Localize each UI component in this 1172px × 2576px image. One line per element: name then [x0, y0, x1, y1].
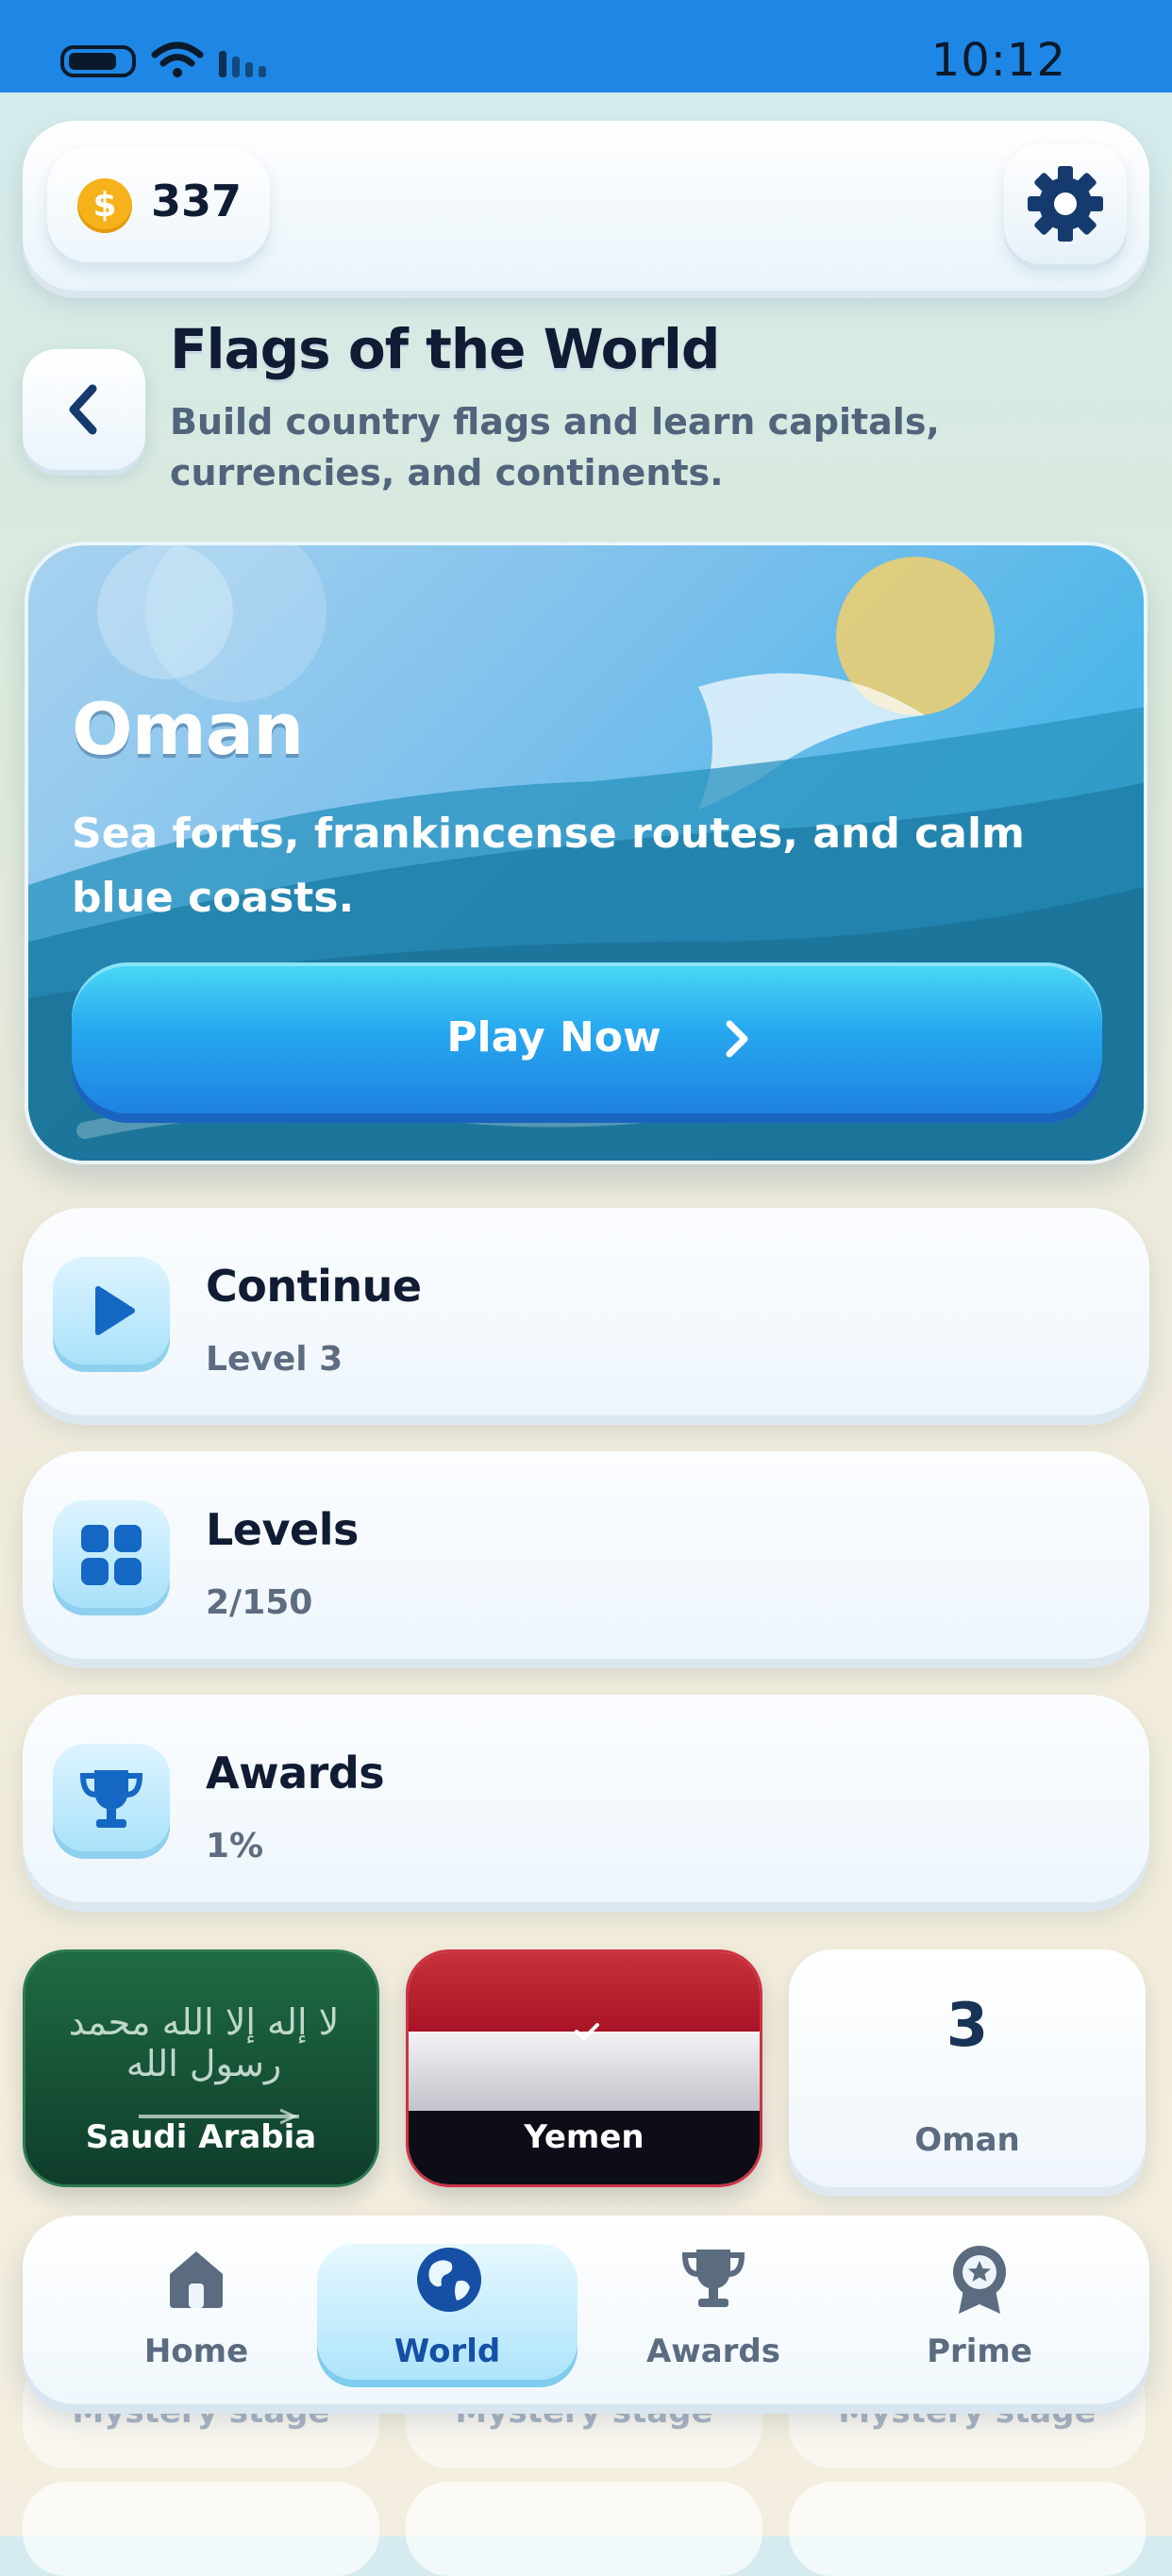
chevron-right-icon — [726, 1020, 748, 1058]
play-now-label: Play Now — [446, 1013, 661, 1062]
trophy-icon — [53, 1744, 170, 1851]
continue-card[interactable]: Continue Level 3 — [23, 1208, 1149, 1415]
gear-icon — [1028, 166, 1103, 242]
page-subtitle: Build country flags and learn capitals, … — [170, 401, 940, 493]
tab-prime-label: Prime — [927, 2333, 1032, 2370]
settings-button[interactable] — [1004, 143, 1127, 264]
stage-oman[interactable]: 3 Oman — [789, 1949, 1146, 2187]
wifi-icon — [151, 42, 204, 77]
levels-progress: 2/150 — [206, 1583, 313, 1622]
top-bar: $ 337 — [23, 121, 1149, 291]
stage-tile-placeholder — [789, 2482, 1146, 2576]
tab-home-label: Home — [143, 2333, 249, 2370]
home-icon — [170, 2251, 223, 2308]
flag-shahada-text: لا إله إلا الله محمد رسول الله — [68, 2001, 340, 2084]
tab-awards-label: Awards — [645, 2333, 780, 2370]
tab-awards[interactable]: Awards — [583, 2216, 844, 2404]
coin-balance[interactable]: $ 337 — [47, 147, 270, 262]
awards-card[interactable]: Awards 1% — [23, 1695, 1149, 1902]
awards-progress: 1% — [206, 1827, 264, 1865]
awards-title: Awards — [206, 1748, 385, 1798]
play-now-button[interactable]: Play Now — [72, 962, 1102, 1113]
signal-icon — [219, 51, 266, 77]
coin-icon: $ — [77, 178, 132, 233]
check-icon — [575, 2023, 599, 2040]
tab-home[interactable]: Home — [66, 2216, 326, 2404]
tab-world[interactable]: World — [317, 2216, 578, 2404]
chevron-left-icon — [69, 384, 97, 435]
continue-title: Continue — [206, 1261, 422, 1312]
continue-level: Level 3 — [206, 1340, 343, 1379]
stage-label: Oman — [914, 2121, 1020, 2159]
back-button[interactable] — [23, 349, 145, 470]
battery-icon — [60, 45, 136, 77]
levels-card[interactable]: Levels 2/150 — [23, 1451, 1149, 1659]
tab-prime[interactable]: Prime — [849, 2216, 1110, 2404]
stage-label: Yemen — [524, 2118, 645, 2156]
grid-icon — [53, 1500, 170, 1608]
stage-tile-placeholder — [406, 2482, 762, 2576]
featured-country-name: Oman — [72, 687, 304, 771]
badge-star-icon — [953, 2246, 1006, 2314]
bottom-tab-bar: Home World Awards Prime — [23, 2216, 1149, 2404]
stage-label: Saudi Arabia — [85, 2118, 317, 2156]
levels-title: Levels — [206, 1504, 359, 1555]
play-icon — [53, 1257, 170, 1364]
stage-saudi-arabia[interactable]: لا إله إلا الله محمد رسول الله Saudi Ara… — [23, 1949, 379, 2187]
stage-tile-placeholder — [23, 2482, 379, 2576]
trophy-icon — [681, 2250, 745, 2307]
coin-count: 337 — [151, 176, 243, 226]
tab-world-label: World — [393, 2333, 501, 2370]
page-title: Flags of the World — [170, 317, 720, 381]
stage-number: 3 — [946, 1991, 989, 2061]
status-bar: 10:12 — [0, 0, 1172, 92]
clock: 10:12 — [930, 34, 1066, 87]
globe-icon — [417, 2248, 481, 2312]
featured-country-card: Oman Sea forts, frankincense routes, and… — [25, 542, 1147, 1164]
stage-yemen[interactable]: Yemen — [406, 1949, 762, 2187]
featured-country-description: Sea forts, frankincense routes, and calm… — [72, 810, 1025, 922]
flag-stripe-white — [409, 2032, 760, 2111]
